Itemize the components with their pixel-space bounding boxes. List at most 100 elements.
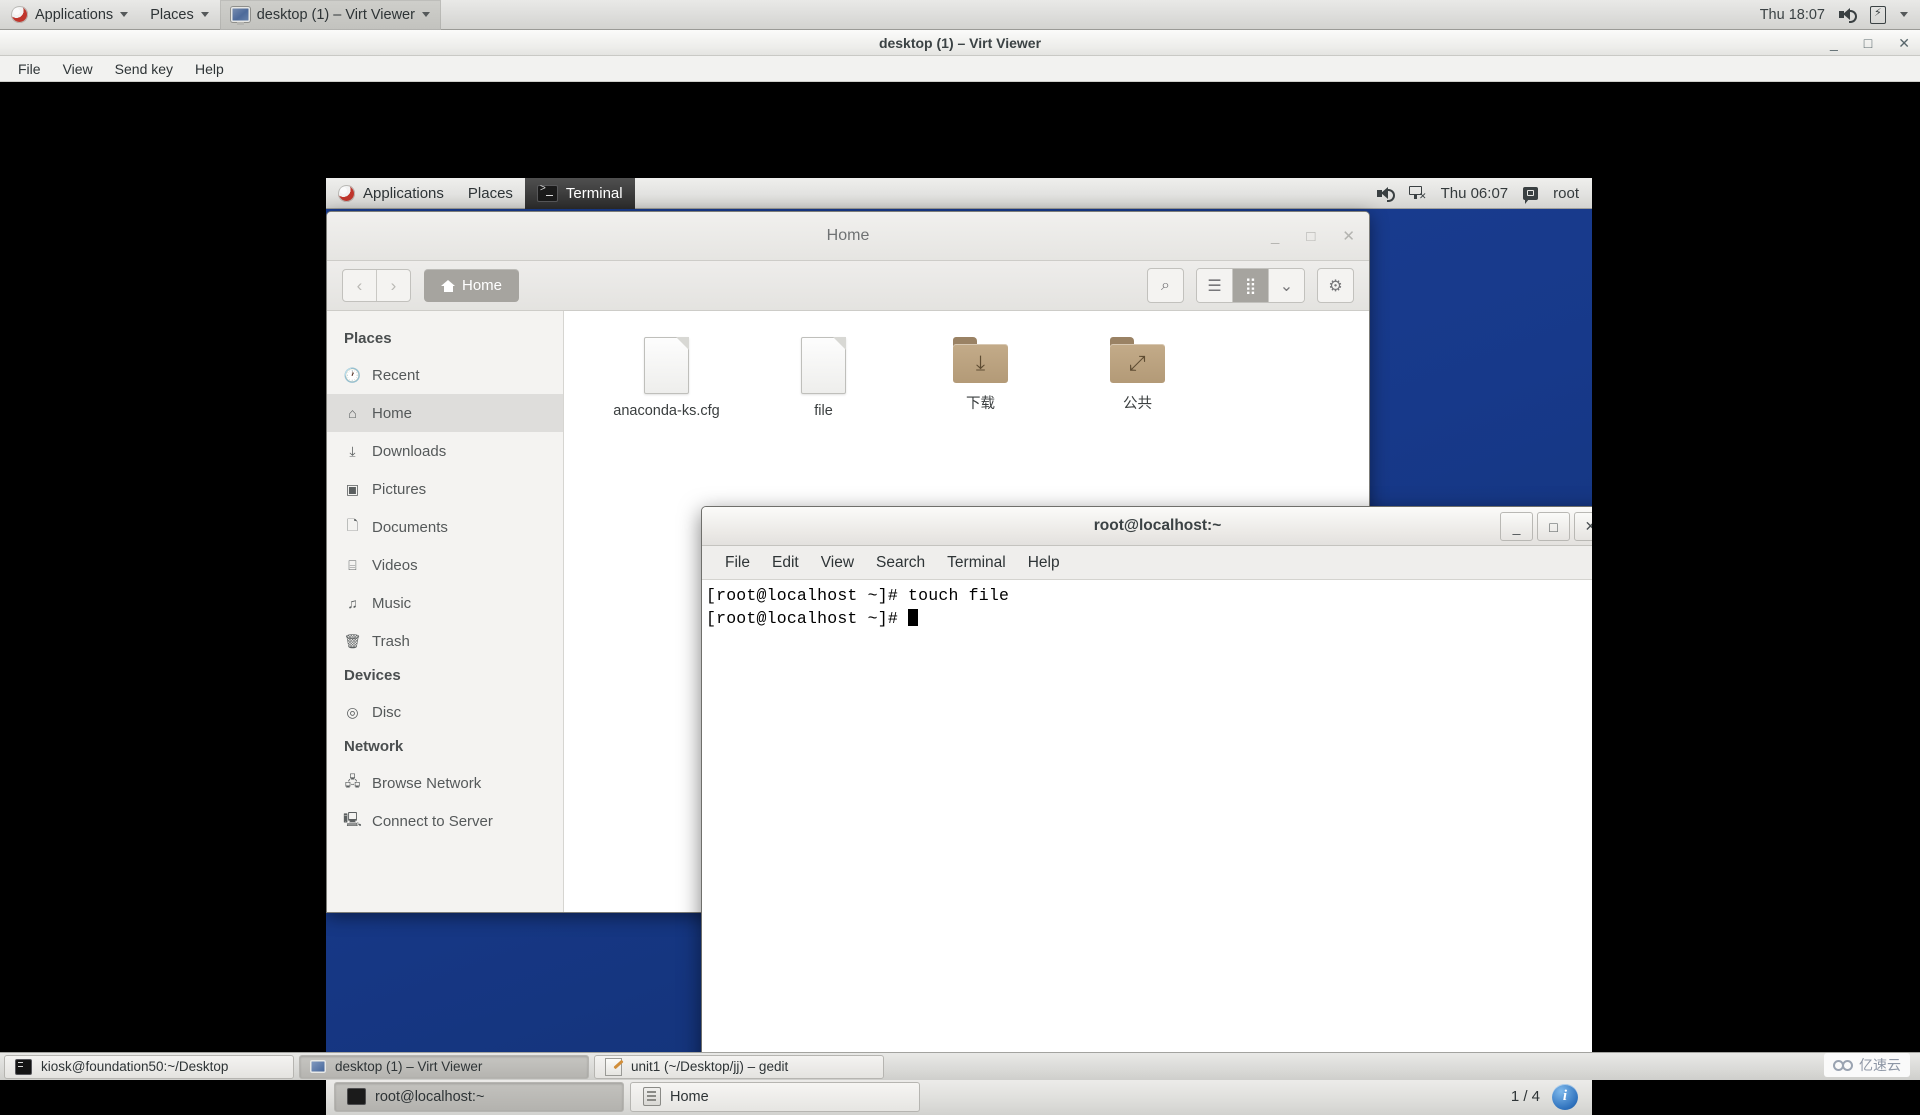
host-applications-menu[interactable]: Applications <box>0 0 139 30</box>
info-button[interactable]: i <box>1552 1083 1578 1110</box>
menu-help[interactable]: Help <box>1017 550 1071 576</box>
host-taskbar-item-gedit[interactable]: unit1 (~/Desktop/jj) – gedit <box>594 1054 884 1079</box>
close-button[interactable]: ✕ <box>1342 227 1355 245</box>
disc-icon: ◎ <box>346 703 359 720</box>
forward-button[interactable]: › <box>376 270 410 301</box>
guest-user-label[interactable]: root <box>1553 185 1579 202</box>
grid-view-icon[interactable]: ⣿ <box>1232 269 1268 302</box>
files-toolbar-right: ⌕ ☰ ⣿ ⌄ ⚙ <box>1147 268 1354 303</box>
menu-help[interactable]: Help <box>184 58 235 80</box>
guest-applications-menu[interactable]: Applications <box>326 178 456 209</box>
document-icon <box>801 337 846 394</box>
chevron-down-icon[interactable] <box>1900 12 1908 17</box>
file-label: 下载 <box>966 396 995 412</box>
user-icon <box>1523 186 1539 204</box>
minimize-button[interactable]: _ <box>1500 512 1533 541</box>
battery-icon[interactable]: ⚡ <box>1870 5 1886 24</box>
terminal-window[interactable]: root@localhost:~ _ □ ✕ File Edit View Se… <box>701 506 1592 1115</box>
sidebar-item-label: Connect to Server <box>372 812 493 830</box>
taskbar-item-terminal[interactable]: root@localhost:~ <box>334 1081 624 1112</box>
host-places-menu[interactable]: Places <box>139 0 220 30</box>
sidebar-item-recent[interactable]: 🕐 Recent <box>327 356 563 394</box>
taskbar-item-label: root@localhost:~ <box>375 1088 485 1105</box>
close-button[interactable]: ✕ <box>1574 512 1592 541</box>
volume-icon[interactable] <box>1839 7 1857 23</box>
guest-clock[interactable]: Thu 06:07 <box>1441 185 1509 202</box>
breadcrumb-home[interactable]: Home <box>424 269 520 302</box>
minimize-button[interactable]: _ <box>1830 35 1838 51</box>
files-toolbar: ‹ › Home ⌕ ☰ ⣿ ⌄ ⚙ <box>327 261 1369 311</box>
host-status-area: Thu 18:07 ⚡ <box>1760 5 1920 24</box>
virt-viewer-titlebar: desktop (1) – Virt Viewer _ □ ✕ <box>0 30 1920 56</box>
menu-view[interactable]: View <box>52 58 104 80</box>
nav-buttons: ‹ › <box>342 269 411 302</box>
host-taskbar: kiosk@foundation50:~/Desktop desktop (1)… <box>0 1052 1920 1080</box>
gear-icon[interactable]: ⚙ <box>1317 268 1354 303</box>
list-view-icon[interactable]: ☰ <box>1197 269 1232 302</box>
sidebar-header-network: Network <box>344 738 404 755</box>
menu-send-key[interactable]: Send key <box>104 58 184 80</box>
menu-terminal[interactable]: Terminal <box>936 550 1017 576</box>
display-icon <box>310 1060 326 1073</box>
sidebar-item-browse-network[interactable]: 🖧 Browse Network <box>327 764 563 802</box>
files-window-controls: _ □ ✕ <box>1271 212 1355 260</box>
sidebar-item-documents[interactable]: 🗋 Documents <box>327 508 563 546</box>
menu-file[interactable]: File <box>7 58 52 80</box>
maximize-button[interactable]: □ <box>1306 228 1315 245</box>
host-taskbar-item-virt-viewer[interactable]: desktop (1) – Virt Viewer <box>299 1054 589 1079</box>
menu-file[interactable]: File <box>714 550 761 576</box>
host-applications-label: Applications <box>35 6 114 23</box>
sidebar-item-videos[interactable]: ⌸ Videos <box>327 546 563 584</box>
minimize-button[interactable]: _ <box>1271 228 1279 245</box>
sidebar-item-connect-to-server[interactable]: 🖳 Connect to Server <box>327 802 563 840</box>
file-item-public-folder[interactable]: ⤢ 公共 <box>1059 337 1216 419</box>
host-top-panel: Applications Places desktop (1) – Virt V… <box>0 0 1920 30</box>
menu-search[interactable]: Search <box>865 550 936 576</box>
file-item-anaconda-ks-cfg[interactable]: anaconda-ks.cfg <box>588 337 745 419</box>
sidebar-header-devices: Devices <box>344 667 401 684</box>
chevron-down-icon <box>200 12 209 17</box>
guest-places-label: Places <box>467 184 513 202</box>
maximize-button[interactable]: □ <box>1537 512 1570 541</box>
maximize-button[interactable]: □ <box>1864 35 1872 51</box>
sidebar-item-label: Pictures <box>372 480 427 498</box>
host-window-menu-virt-viewer[interactable]: desktop (1) – Virt Viewer <box>219 0 441 30</box>
file-item-file[interactable]: file <box>745 337 902 419</box>
file-item-downloads-folder[interactable]: ⤓ 下载 <box>902 337 1059 419</box>
terminal-titlebar: root@localhost:~ _ □ ✕ <box>702 507 1592 546</box>
guest-applications-label: Applications <box>363 184 444 202</box>
workspace-indicator[interactable]: 1 / 4 <box>1511 1088 1540 1105</box>
volume-icon[interactable] <box>1376 186 1395 202</box>
virt-viewer-display[interactable]: Applications Places Terminal ✕ Thu 06:07 <box>0 82 1920 1115</box>
host-taskbar-item-terminal[interactable]: kiosk@foundation50:~/Desktop <box>4 1054 294 1079</box>
guest-window-menu-terminal[interactable]: Terminal <box>524 178 635 209</box>
sidebar-item-home[interactable]: ⌂ Home <box>327 394 563 432</box>
menu-view[interactable]: View <box>810 550 865 576</box>
files-titlebar: Home _ □ ✕ <box>327 212 1369 261</box>
close-button[interactable]: ✕ <box>1898 35 1910 52</box>
folder-public-icon: ⤢ <box>1110 337 1165 383</box>
host-taskbar-item-label: desktop (1) – Virt Viewer <box>335 1059 483 1074</box>
chevron-down-icon[interactable]: ⌄ <box>1268 269 1304 302</box>
sidebar-item-label: Disc <box>372 703 402 721</box>
sidebar-item-label: Home <box>372 404 413 422</box>
menu-edit[interactable]: Edit <box>761 550 810 576</box>
sidebar-item-pictures[interactable]: ▣ Pictures <box>327 470 563 508</box>
terminal-output[interactable]: [root@localhost ~]# touch file [root@loc… <box>702 580 1592 1115</box>
sidebar-item-downloads[interactable]: ⤓ Downloads <box>327 432 563 470</box>
search-icon[interactable]: ⌕ <box>1147 268 1184 303</box>
fedora-logo-icon <box>11 6 28 23</box>
terminal-window-title: root@localhost:~ <box>1093 517 1222 534</box>
network-disconnected-icon[interactable]: ✕ <box>1408 186 1427 201</box>
host-clock[interactable]: Thu 18:07 <box>1760 7 1825 23</box>
sidebar-item-disc[interactable]: ◎ Disc <box>327 693 563 731</box>
sidebar-item-label: Recent <box>372 366 420 384</box>
sidebar-item-music[interactable]: ♫ Music <box>327 584 563 622</box>
virt-viewer-window-controls: _ □ ✕ <box>1830 30 1910 56</box>
guest-places-menu[interactable]: Places <box>456 178 525 209</box>
taskbar-item-home[interactable]: Home <box>630 1081 920 1112</box>
sidebar-item-trash[interactable]: 🗑 Trash <box>327 622 563 660</box>
gedit-icon <box>605 1057 622 1076</box>
back-button[interactable]: ‹ <box>343 270 376 301</box>
virt-viewer-title: desktop (1) – Virt Viewer <box>878 34 1042 51</box>
